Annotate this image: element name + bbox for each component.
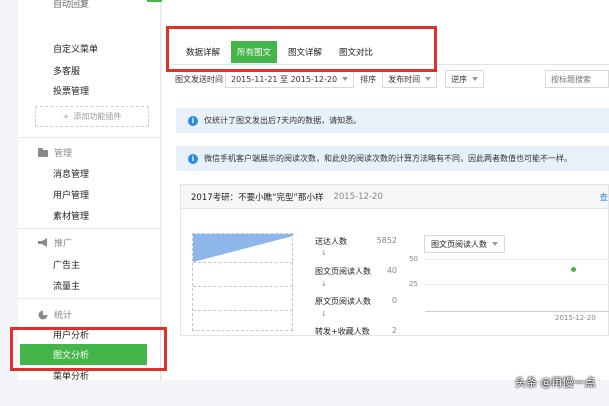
group-manage-header: 管理 [38,146,72,159]
sidebar-item-vote[interactable]: 投票管理 [53,84,89,97]
funnel-divider [193,310,293,311]
x-axis [425,311,609,312]
arrow-down-icon: ↓ [321,310,327,318]
sidebar-item-custom-menu[interactable]: 自定义菜单 [53,42,98,55]
funnel-divider [193,262,293,263]
funnel-divider [193,286,293,287]
article-title[interactable]: 2017考研：不要小瞧“完型”那小样 [191,191,323,203]
highlight-box-tabs [166,26,437,72]
chart-metric-select[interactable]: 图文页阅读人数 [424,235,505,253]
sidebar-item-users[interactable]: 用户管理 [53,188,89,201]
funnel-bar [193,234,293,262]
notice-text: 微信手机客户端展示的阅读次数，和此处的阅读次数的计算方法略有不同，因此两者数值也… [204,154,572,163]
sidebar-item-multi-service[interactable]: 多客服 [53,64,80,77]
group-promo-header: 推广 [38,236,72,249]
y-tick: 25 [409,280,418,288]
metric-article-read-value: 40 [386,266,397,275]
arrow-down-icon: ↓ [321,280,327,288]
view-link[interactable]: 查 [599,191,608,203]
chevron-down-icon [425,77,432,81]
sort-label: 排序 [360,74,377,84]
metric-article-read-label: 图文页阅读人数 [315,267,371,276]
chevron-down-icon [492,242,498,246]
grid-line [425,284,609,285]
app-root: 自动回复 自定义菜单 多客服 投票管理 + 添加功能插件 管理 消息管理 用户管… [0,0,609,406]
group-stats-title: 统计 [54,311,73,321]
metric-delivered-value: 5852 [376,236,397,245]
sidebar-item-auto-reply[interactable]: 自动回复 [53,0,89,10]
add-plugin-button[interactable]: + 添加功能插件 [35,106,149,127]
group-promo-title: 推广 [54,239,73,249]
article-card: 2017考研：不要小瞧“完型”那小样 2015-12-20 查 送达人数 585… [180,184,609,336]
info-icon: i [188,153,198,164]
notice-read-count: i 微信手机客户端展示的阅读次数，和此处的阅读次数的计算方法略有不同，因此两者数… [176,146,609,171]
add-plugin-label: 添加功能插件 [73,112,122,121]
sidebar-item-materials[interactable]: 素材管理 [53,209,89,222]
metric-share-value: 2 [391,326,397,335]
sidebar-item-messages[interactable]: 消息管理 [53,167,89,180]
trend-chart: 50 25 2015-12-20 [409,255,609,325]
chart-metric-value: 图文页阅读人数 [431,239,487,249]
sidebar-item-advertiser[interactable]: 广告主 [53,258,80,271]
sort-value: 发布时间 [388,74,421,84]
pie-chart-icon [38,310,48,320]
notice-text: 仅统计了图文发出后7天内的数据，请知悉。 [204,116,362,125]
data-point[interactable] [571,267,576,272]
metric-source-read-value: 0 [391,296,397,305]
order-select[interactable]: 逆序 [445,70,485,88]
chevron-down-icon [342,77,349,81]
megaphone-icon [38,238,48,247]
divider [18,137,161,138]
plus-icon: + [62,112,70,121]
date-range-picker[interactable]: 2015-11-21 至 2015-12-20 [225,70,355,88]
funnel-chart [192,233,293,331]
y-tick: 50 [409,255,418,263]
group-stats-header: 统计 [38,308,72,321]
arrow-down-icon: ↓ [321,249,327,257]
notice-7days: i 仅统计了图文发出后7天内的数据，请知悉。 [176,108,609,133]
article-card-header: 2017考研：不要小瞧“完型”那小样 2015-12-20 查 [181,185,608,209]
sort-select[interactable]: 发布时间 [382,70,438,88]
order-value: 逆序 [451,74,468,84]
sidebar-item-traffic[interactable]: 流量主 [53,279,80,292]
metric-source-read-label: 原文页阅读人数 [315,297,371,306]
date-label: 图文发送时间 [175,74,223,84]
filter-bar: 图文发送时间 2015-11-21 至 2015-12-20 排序 发布时间 逆… [175,70,609,88]
info-icon: i [188,115,198,126]
divider [18,228,161,229]
chevron-down-icon [472,77,479,81]
metric-delivered-label: 送达人数 [315,237,347,246]
group-manage-title: 管理 [54,149,73,159]
highlight-box-sidebar [10,327,167,371]
metric-share-label: 转发+收藏人数 [315,327,370,336]
folder-icon [38,148,48,157]
divider [18,298,161,299]
x-tick: 2015-12-20 [555,314,596,322]
watermark: 头条 @再慢一点 [515,376,596,389]
article-date: 2015-12-20 [333,191,383,202]
grid-line [425,259,609,260]
search-input[interactable] [545,70,609,88]
date-range-value: 2015-11-21 至 2015-12-20 [231,74,338,84]
sidebar: 自动回复 自定义菜单 多客服 投票管理 + 添加功能插件 管理 消息管理 用户管… [18,0,161,382]
